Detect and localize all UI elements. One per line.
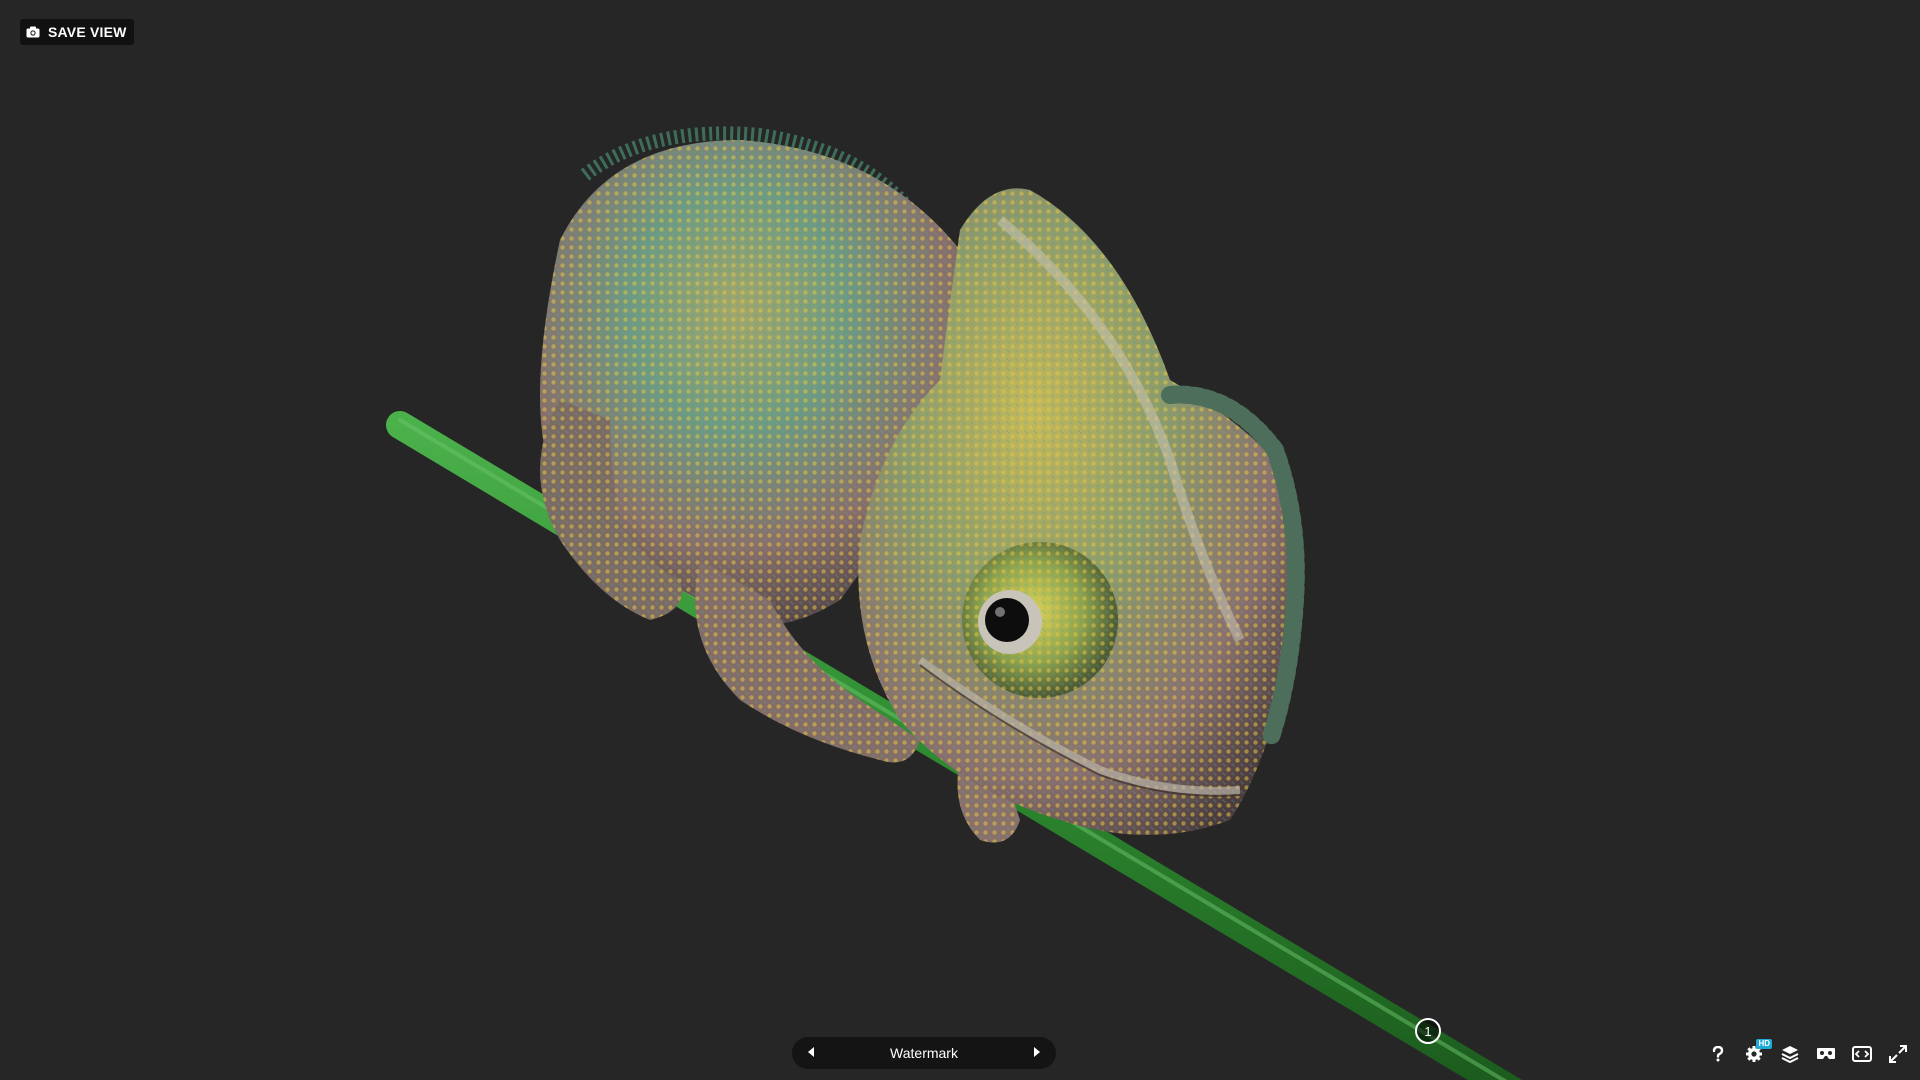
annotation-title: Watermark xyxy=(890,1045,958,1061)
annotation-hotspot[interactable]: 1 xyxy=(1415,1018,1441,1044)
embed-icon xyxy=(1852,1046,1872,1062)
layers-icon xyxy=(1781,1045,1799,1063)
layers-button[interactable] xyxy=(1778,1042,1802,1066)
chameleon-model xyxy=(386,126,1523,1080)
hotspot-number: 1 xyxy=(1424,1023,1432,1039)
embed-button[interactable] xyxy=(1850,1042,1874,1066)
viewer-toolbar: HD xyxy=(1706,1039,1910,1068)
help-icon xyxy=(1711,1046,1725,1062)
chevron-right-icon xyxy=(1032,1044,1040,1062)
previous-annotation-button[interactable] xyxy=(792,1037,832,1069)
hd-badge: HD xyxy=(1756,1039,1772,1049)
fullscreen-icon xyxy=(1889,1045,1907,1063)
3d-viewport[interactable] xyxy=(0,0,1920,1080)
annotation-navigator: Watermark xyxy=(792,1037,1056,1069)
next-annotation-button[interactable] xyxy=(1016,1037,1056,1069)
save-view-label: SAVE VIEW xyxy=(48,24,127,40)
save-view-button[interactable]: SAVE VIEW xyxy=(20,19,134,45)
vr-button[interactable] xyxy=(1814,1042,1838,1066)
help-button[interactable] xyxy=(1706,1042,1730,1066)
settings-button[interactable]: HD xyxy=(1742,1039,1772,1066)
chevron-left-icon xyxy=(808,1044,816,1062)
vr-icon xyxy=(1816,1047,1836,1061)
fullscreen-button[interactable] xyxy=(1886,1042,1910,1066)
camera-icon xyxy=(26,26,40,38)
